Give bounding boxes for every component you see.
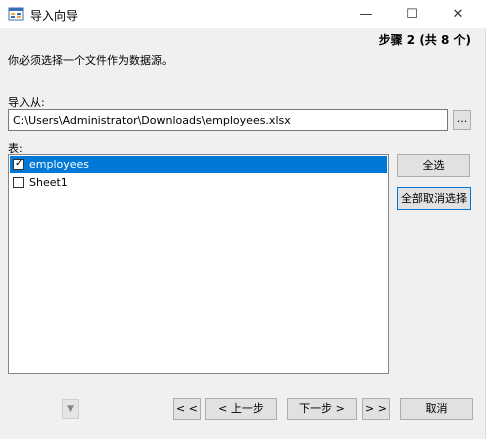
previous-button[interactable]: < 上一步 [205, 398, 277, 420]
deselect-all-button[interactable]: 全部取消选择 [397, 187, 471, 210]
tables-listbox[interactable]: ✓ employees Sheet1 [8, 154, 389, 374]
close-icon: ✕ [452, 6, 464, 22]
cancel-button[interactable]: 取消 [400, 398, 473, 420]
next-button[interactable]: 下一步 > [287, 398, 357, 420]
chevron-down-icon: ▼ [67, 404, 74, 414]
checkmark-icon: ✓ [15, 158, 24, 169]
import-wizard-window: 导入向导 — ☐ ✕ 步骤 2 (共 8 个) 你必须选择一个文件作为数据源。 … [0, 0, 486, 439]
minimize-icon: — [359, 6, 373, 22]
minimize-button[interactable]: — [343, 0, 389, 28]
import-from-label: 导入从: [8, 96, 45, 109]
step-indicator: 步骤 2 (共 8 个) [378, 33, 471, 47]
select-all-button[interactable]: 全选 [397, 154, 470, 177]
maximize-button[interactable]: ☐ [389, 0, 435, 28]
browse-button[interactable]: ... [453, 110, 471, 130]
list-item-label: employees [29, 158, 90, 171]
title-bar: 导入向导 — ☐ ✕ [0, 0, 486, 28]
app-icon [8, 7, 24, 21]
import-path-input[interactable] [8, 109, 448, 131]
last-step-button[interactable]: > > [362, 398, 390, 420]
maximize-icon: ☐ [406, 6, 418, 22]
checkbox-sheet1[interactable] [13, 177, 24, 188]
close-button[interactable]: ✕ [435, 0, 481, 28]
list-item-employees[interactable]: ✓ employees [10, 156, 387, 173]
list-item-label: Sheet1 [29, 176, 68, 189]
window-title: 导入向导 [30, 9, 79, 23]
step-description: 你必须选择一个文件作为数据源。 [8, 54, 173, 67]
profile-dropdown[interactable]: ▼ [62, 399, 79, 419]
first-step-button[interactable]: < < [173, 398, 201, 420]
checkbox-employees[interactable]: ✓ [13, 158, 24, 170]
list-item-sheet1[interactable]: Sheet1 [10, 174, 387, 191]
